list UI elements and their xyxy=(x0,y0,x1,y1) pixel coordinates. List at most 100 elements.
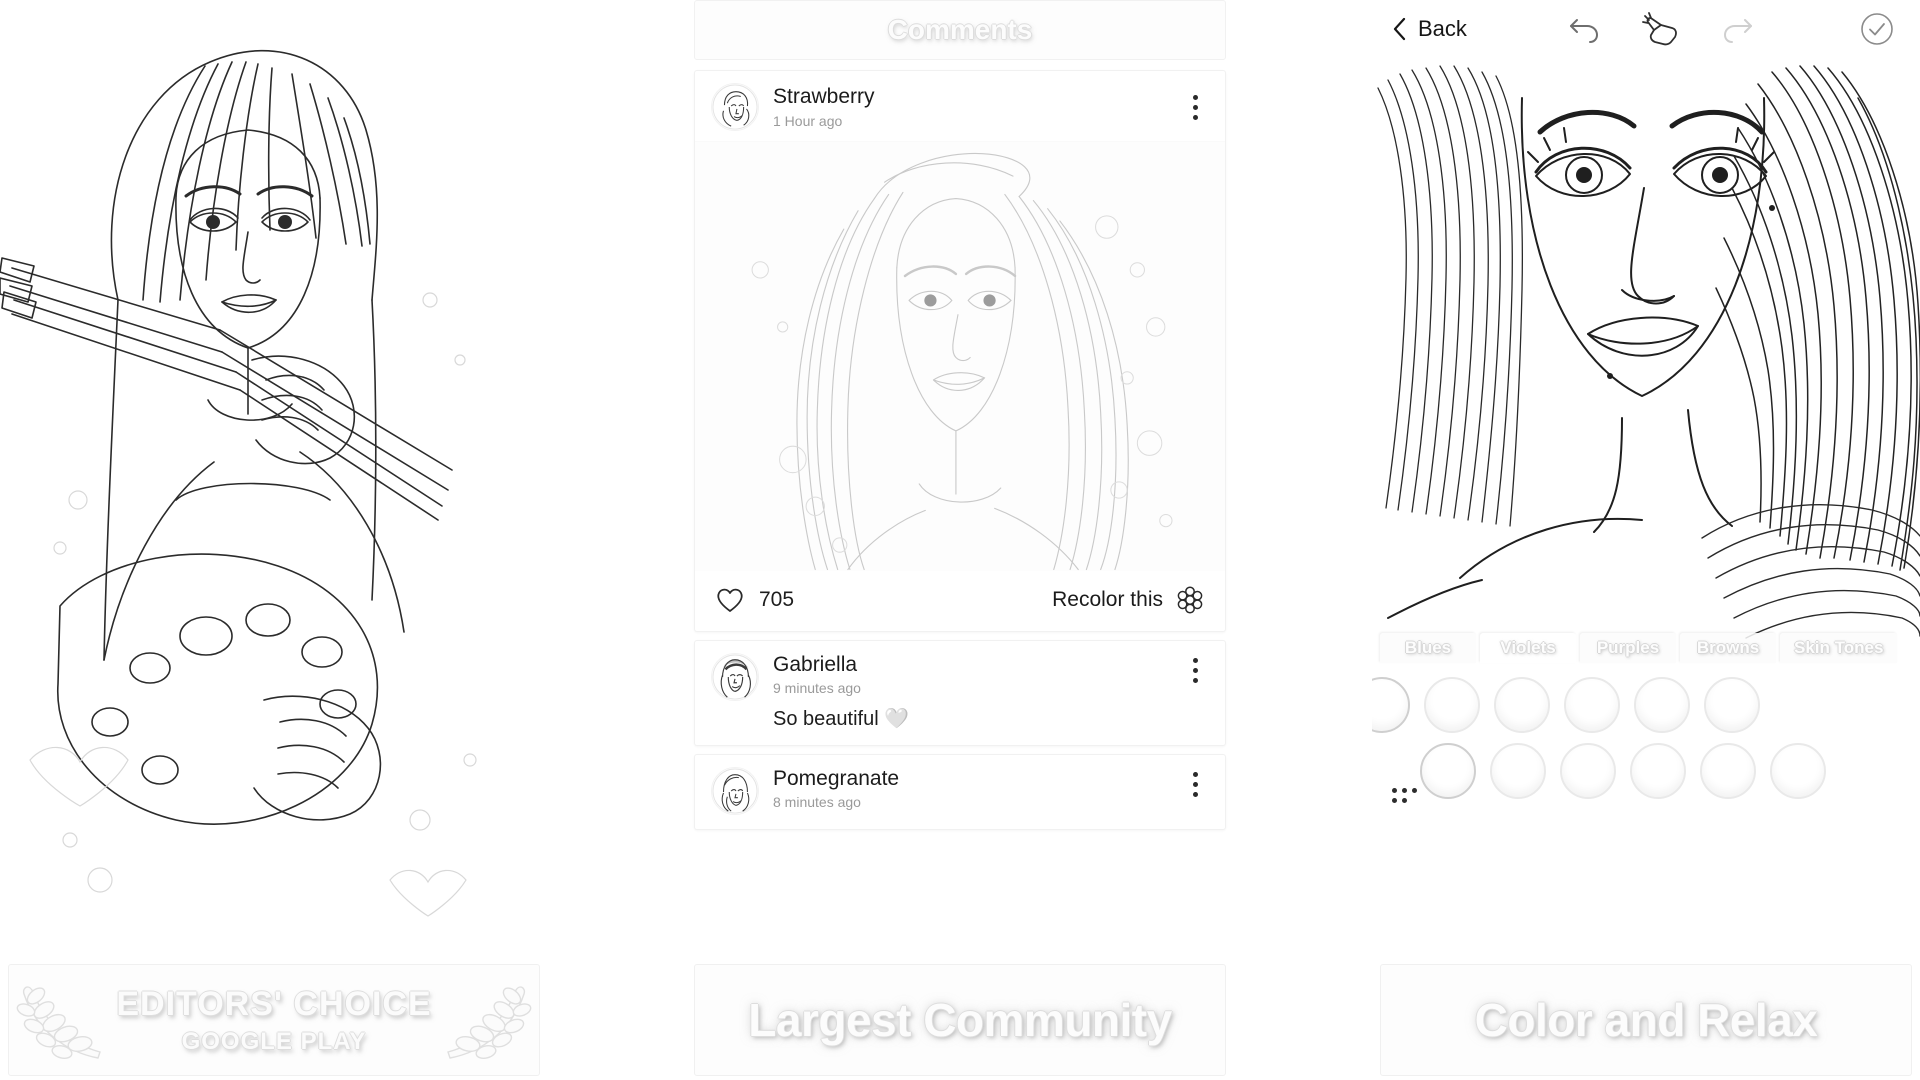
kebab-dot xyxy=(1192,677,1198,683)
heart-icon xyxy=(717,588,743,612)
dot xyxy=(1402,788,1407,793)
editor-toolbar: Back xyxy=(1372,0,1920,58)
back-button[interactable]: Back xyxy=(1390,15,1467,43)
back-label: Back xyxy=(1418,16,1467,41)
relax-caption-text: Color and Relax xyxy=(1474,994,1818,1046)
kebab-dot xyxy=(1192,114,1198,120)
color-swatch[interactable] xyxy=(1700,743,1756,799)
color-swatch[interactable] xyxy=(1490,743,1546,799)
post-artwork-illustration xyxy=(695,142,1225,571)
undo-arrow-icon xyxy=(1570,19,1599,43)
comment-card: Pomegranate 8 minutes ago xyxy=(694,754,1226,831)
chevron-left-icon xyxy=(1393,17,1406,41)
avatar-gabriella-icon xyxy=(712,654,758,700)
check-circle-icon xyxy=(1861,13,1893,45)
hand-pointer-icon xyxy=(1642,12,1678,46)
kebab-dot xyxy=(1192,771,1198,777)
palette-tab-browns[interactable]: Browns xyxy=(1680,633,1776,663)
hero-artwork-screen xyxy=(0,0,548,964)
comment-card: Gabriella 9 minutes ago So beautiful 🤍 xyxy=(694,640,1226,747)
color-swatch[interactable] xyxy=(1560,743,1616,799)
avatar[interactable] xyxy=(711,767,759,816)
comment-menu-button[interactable] xyxy=(1181,653,1209,687)
comment-row: Gabriella 9 minutes ago So beautiful 🤍 xyxy=(695,641,1225,745)
color-swatch-tray xyxy=(1372,663,1920,819)
done-button[interactable] xyxy=(1856,8,1898,50)
comments-feed: Strawberry 1 Hour ago 705 Recolor this G… xyxy=(694,70,1226,831)
swatch-row xyxy=(1372,677,1920,733)
post-menu-button[interactable] xyxy=(1181,90,1209,124)
comment-timestamp: 9 minutes ago xyxy=(773,680,861,697)
hero-artwork-illustration xyxy=(0,0,548,960)
color-swatch[interactable] xyxy=(1704,677,1760,733)
palette-tabs: Blues Violets Purples Browns Skin Tones xyxy=(1372,629,1920,663)
palette-tab-violets[interactable]: Violets xyxy=(1480,633,1576,663)
comment-author-name: Gabriella xyxy=(773,653,858,676)
comment-text: So beautiful 🤍 xyxy=(773,708,910,731)
editors-choice-subtitle: GOOGLE PLAY xyxy=(181,1027,367,1055)
comment-author-name: Pomegranate xyxy=(773,767,900,791)
laurel-left-icon xyxy=(16,986,102,1060)
community-caption-bar: Largest Community xyxy=(694,964,1226,1076)
kebab-dot xyxy=(1192,781,1198,787)
panel-hero: EDITORS' CHOICE GOOGLE PLAY xyxy=(0,0,548,1080)
dot-row xyxy=(1392,788,1417,793)
avatar[interactable] xyxy=(711,653,759,701)
comments-title: Comments xyxy=(887,14,1033,45)
panel-comments: Comments Strawberry 1 Hour ago 705 Recol… xyxy=(686,0,1234,1080)
dot xyxy=(1412,788,1417,793)
avatar-pomegranate-icon xyxy=(712,768,758,814)
kebab-dot xyxy=(1192,657,1198,663)
redo-arrow-icon xyxy=(1724,19,1753,43)
kebab-dot xyxy=(1192,667,1198,673)
color-swatch[interactable] xyxy=(1420,743,1476,799)
comment-timestamp: 8 minutes ago xyxy=(773,794,861,811)
color-swatch[interactable] xyxy=(1372,677,1410,733)
dot xyxy=(1392,798,1397,803)
palette-more-dots[interactable] xyxy=(1392,788,1417,803)
color-swatch[interactable] xyxy=(1424,677,1480,733)
post-actions-bar: 705 Recolor this xyxy=(695,571,1225,631)
comments-header: Comments xyxy=(694,0,1226,60)
kebab-dot xyxy=(1192,791,1198,797)
editor-artwork-illustration xyxy=(1372,58,1920,658)
comment-row: Pomegranate 8 minutes ago xyxy=(695,755,1225,829)
comments-screen: Comments Strawberry 1 Hour ago 705 Recol… xyxy=(686,0,1234,964)
hand-tool-button[interactable] xyxy=(1640,8,1682,50)
comment-body: Gabriella 9 minutes ago So beautiful 🤍 xyxy=(773,653,1167,731)
editor-canvas[interactable] xyxy=(1372,58,1920,663)
post-header: Strawberry 1 Hour ago xyxy=(695,71,1225,141)
palette-tab-blues[interactable]: Blues xyxy=(1380,633,1476,663)
comment-body: Pomegranate 8 minutes ago xyxy=(773,767,1167,810)
flower-icon xyxy=(1177,586,1203,614)
palette-tab-purples[interactable]: Purples xyxy=(1580,633,1676,663)
editor-screen: Back Blues Violets Purples Browns Skin T… xyxy=(1372,0,1920,964)
recolor-button[interactable]: Recolor this xyxy=(1052,585,1205,615)
post-author-block: Strawberry 1 Hour ago xyxy=(773,85,1167,128)
post-author-name: Strawberry xyxy=(773,85,875,109)
comment-menu-button[interactable] xyxy=(1181,767,1209,801)
kebab-dot xyxy=(1192,104,1198,110)
like-button[interactable]: 705 xyxy=(715,586,794,614)
recolor-label: Recolor this xyxy=(1052,588,1163,611)
color-swatch[interactable] xyxy=(1630,743,1686,799)
color-swatch[interactable] xyxy=(1634,677,1690,733)
community-caption-text: Largest Community xyxy=(748,994,1172,1046)
palette-tab-skin-tones[interactable]: Skin Tones xyxy=(1780,633,1898,663)
color-swatch[interactable] xyxy=(1494,677,1550,733)
kebab-dot xyxy=(1192,94,1198,100)
panel-editor: Back Blues Violets Purples Browns Skin T… xyxy=(1372,0,1920,1080)
redo-button[interactable] xyxy=(1716,8,1758,50)
avatar[interactable] xyxy=(711,83,759,131)
editors-choice-badge: EDITORS' CHOICE GOOGLE PLAY xyxy=(10,974,537,1066)
like-count: 705 xyxy=(759,588,795,611)
screenshot-stage: EDITORS' CHOICE GOOGLE PLAY Comments Str… xyxy=(0,0,1920,1080)
color-swatch[interactable] xyxy=(1564,677,1620,733)
avatar-strawberry-icon xyxy=(712,84,758,130)
color-swatch[interactable] xyxy=(1770,743,1826,799)
post-card: Strawberry 1 Hour ago 705 Recolor this xyxy=(694,70,1226,632)
swatch-row xyxy=(1372,743,1920,799)
undo-button[interactable] xyxy=(1564,8,1606,50)
dot xyxy=(1392,788,1397,793)
post-image[interactable] xyxy=(695,141,1225,571)
